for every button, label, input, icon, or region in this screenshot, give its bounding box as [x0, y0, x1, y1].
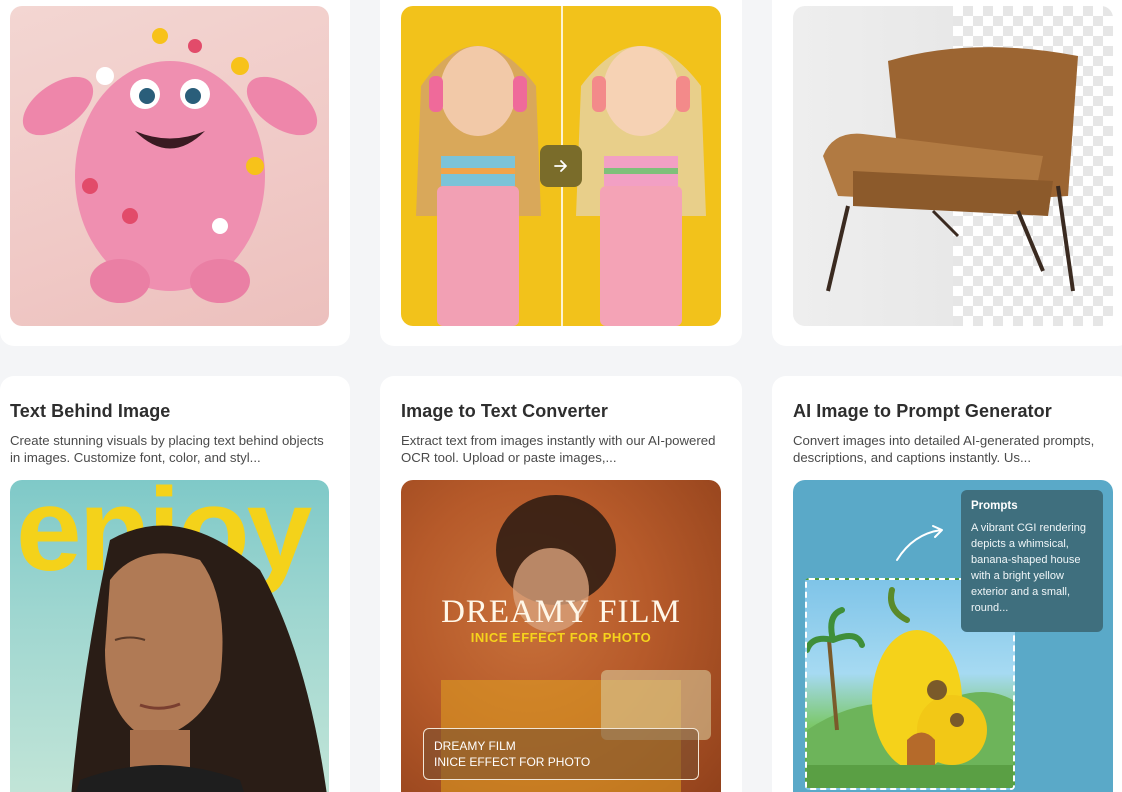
- compare-slider-button[interactable]: [540, 145, 582, 187]
- ocr-line-1: DREAMY FILM: [434, 739, 516, 753]
- woman-portrait: [71, 525, 327, 792]
- ocr-result-box: DREAMY FILM INICE EFFECT FOR PHOTO: [423, 728, 699, 780]
- prompt-output-panel: Prompts A vibrant CGI rendering depicts …: [961, 490, 1103, 632]
- tool-card-monster[interactable]: [0, 0, 350, 346]
- curved-arrow-icon: [896, 525, 943, 561]
- chair-thumbnail[interactable]: [793, 6, 1113, 326]
- prompt-text: A vibrant CGI rendering depicts a whimsi…: [971, 522, 1086, 614]
- card-description: Convert images into detailed AI-generate…: [793, 433, 1095, 465]
- text-behind-image-thumbnail[interactable]: enjoy: [10, 480, 329, 792]
- monster-thumbnail[interactable]: [10, 6, 329, 326]
- tool-card-image-to-prompt[interactable]: AI Image to Prompt Generator Convert ima…: [772, 376, 1122, 792]
- armchair-illustration: [823, 47, 1078, 292]
- dreamy-film-subtitle: INICE EFFECT FOR PHOTO: [470, 630, 652, 645]
- card-title[interactable]: Text Behind Image: [10, 401, 170, 422]
- comparison-thumbnail[interactable]: [401, 6, 721, 326]
- prompt-heading: Prompts: [971, 500, 1018, 512]
- tool-card-background-remover[interactable]: [772, 0, 1122, 346]
- dreamy-film-title: DREAMY FILM: [441, 594, 681, 630]
- card-description: Create stunning visuals by placing text …: [10, 433, 324, 465]
- image-to-text-thumbnail[interactable]: DREAMY FILM INICE EFFECT FOR PHOTO DREAM…: [401, 480, 721, 792]
- tool-card-girl-comparison[interactable]: [380, 0, 742, 346]
- card-title[interactable]: AI Image to Prompt Generator: [793, 401, 1052, 422]
- card-description: Extract text from images instantly with …: [401, 433, 716, 465]
- ocr-line-2: INICE EFFECT FOR PHOTO: [434, 755, 591, 769]
- arrow-right-icon: [554, 160, 567, 172]
- tool-card-image-to-text[interactable]: Image to Text Converter Extract text fro…: [380, 376, 742, 792]
- monster-illustration: [22, 28, 318, 303]
- image-to-prompt-thumbnail[interactable]: Prompts A vibrant CGI rendering depicts …: [793, 480, 1113, 792]
- tool-card-text-behind-image[interactable]: Text Behind Image Create stunning visual…: [0, 376, 350, 792]
- card-title[interactable]: Image to Text Converter: [401, 401, 608, 422]
